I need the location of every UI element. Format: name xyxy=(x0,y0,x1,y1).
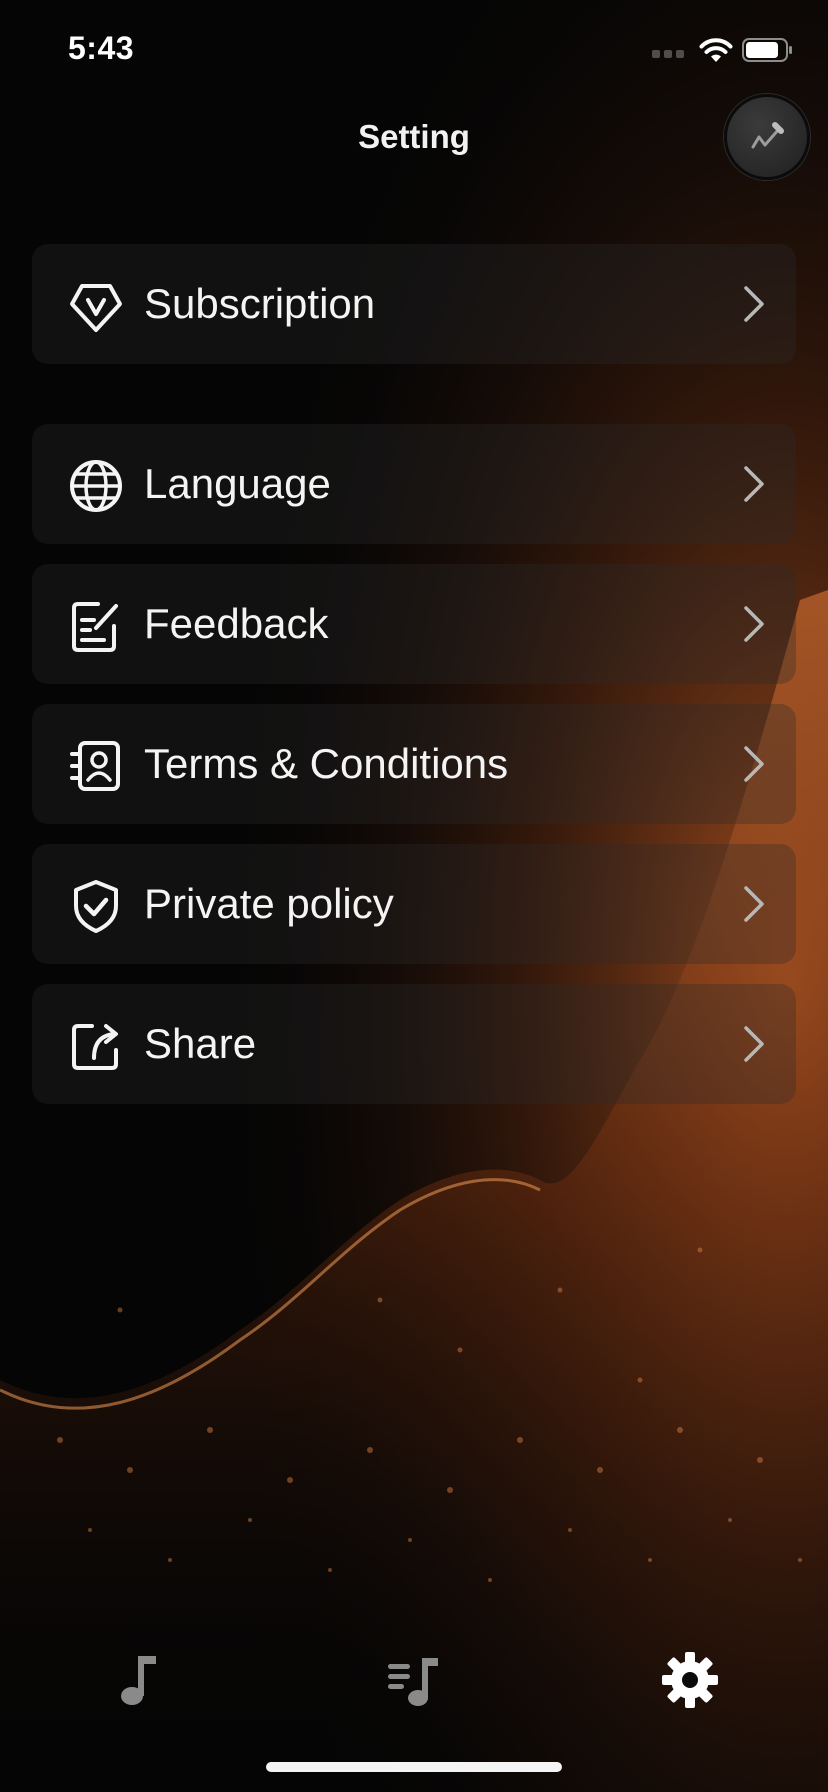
menu-item-subscription[interactable]: Subscription xyxy=(32,244,796,364)
music-note-icon xyxy=(121,1656,156,1705)
wifi-icon xyxy=(699,38,733,62)
tab-settings[interactable] xyxy=(650,1640,730,1720)
chevron-right-icon xyxy=(744,1026,764,1062)
menu-item-label: Subscription xyxy=(144,280,376,327)
menu-item-label: Share xyxy=(144,1020,257,1067)
status-bar: 5:43 xyxy=(0,0,828,100)
playlist-icon xyxy=(388,1658,438,1706)
menu-item-label: Private policy xyxy=(144,880,394,927)
menu-item-label: Language xyxy=(144,460,331,507)
share-icon xyxy=(68,1018,124,1074)
signal-dots-icon xyxy=(652,50,684,58)
menu-item-privacy-policy[interactable]: Private policy xyxy=(32,844,796,964)
menu-item-language[interactable]: Language xyxy=(32,424,796,544)
chevron-right-icon xyxy=(744,466,764,502)
menu-item-terms[interactable]: Terms & Conditions xyxy=(32,704,796,824)
tab-playlist[interactable] xyxy=(374,1640,454,1720)
chevron-right-icon xyxy=(744,606,764,642)
menu-item-feedback[interactable]: Feedback xyxy=(32,564,796,684)
chevron-right-icon xyxy=(744,746,764,782)
chevron-right-icon xyxy=(744,886,764,922)
chevron-right-icon xyxy=(744,286,764,322)
menu-item-share[interactable]: Share xyxy=(32,984,796,1104)
battery-icon xyxy=(742,38,792,62)
status-time: 5:43 xyxy=(68,30,135,66)
edit-note-icon xyxy=(68,598,124,654)
tab-music[interactable] xyxy=(100,1640,180,1720)
globe-icon xyxy=(68,458,124,514)
contact-card-icon xyxy=(68,738,124,794)
menu-item-label: Feedback xyxy=(144,600,329,647)
vip-diamond-icon xyxy=(68,278,124,334)
microphone-icon xyxy=(751,122,784,149)
page-title: Setting xyxy=(358,118,470,155)
profile-button[interactable] xyxy=(724,94,810,180)
menu-item-label: Terms & Conditions xyxy=(144,740,509,787)
gear-icon xyxy=(662,1652,718,1708)
home-indicator[interactable] xyxy=(266,1762,562,1772)
shield-check-icon xyxy=(68,878,124,934)
